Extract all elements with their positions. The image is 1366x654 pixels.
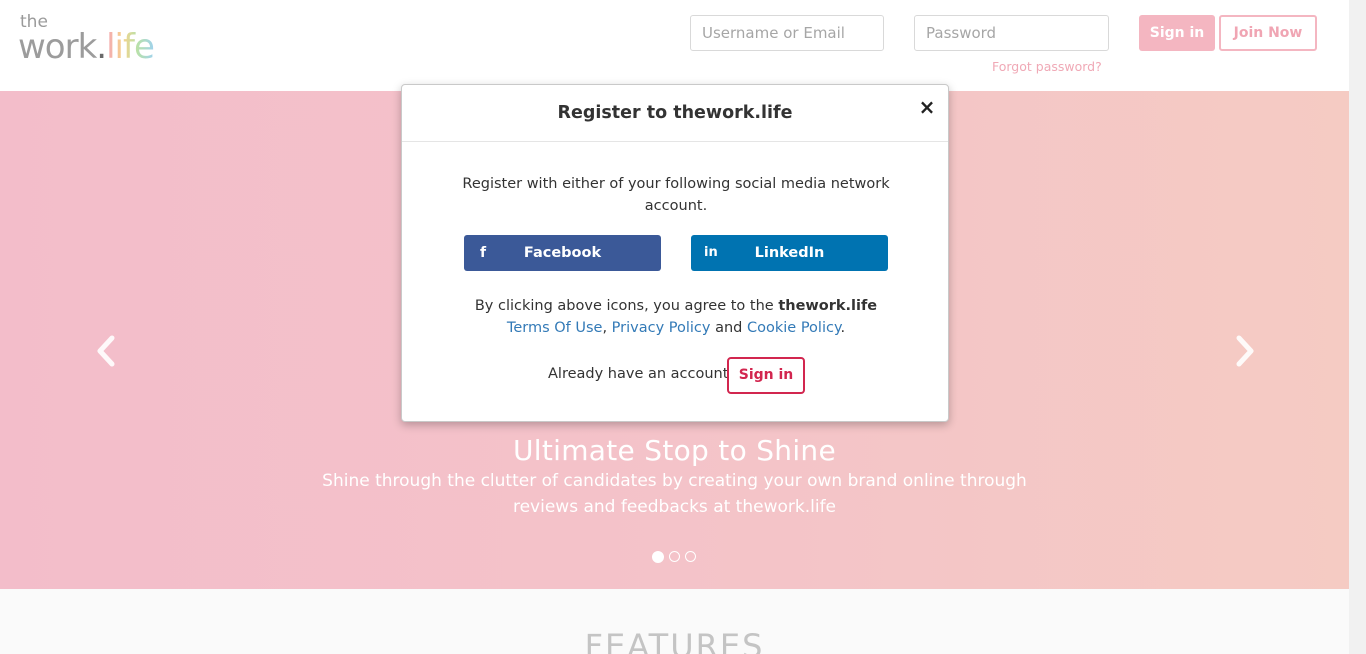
carousel-indicator-2[interactable]: [669, 551, 680, 562]
register-modal: Register to thework.life × Register with…: [401, 84, 949, 422]
chevron-right-icon[interactable]: [1233, 335, 1257, 367]
cookie-policy-link[interactable]: Cookie Policy: [747, 320, 840, 336]
agree-period: .: [840, 320, 846, 336]
agree-and: and: [715, 320, 743, 336]
top-header: the work.life Username or Email Password…: [0, 0, 1349, 91]
modal-title: Register to thework.life: [557, 103, 793, 123]
linkedin-button[interactable]: in LinkedIn: [691, 235, 888, 271]
features-section: FEATURES: [0, 589, 1349, 654]
modal-description: Register with either of your following s…: [462, 176, 890, 214]
hero-title: Ultimate Stop to Shine: [512, 434, 836, 467]
chevron-left-icon[interactable]: [94, 335, 118, 367]
forgot-password-link[interactable]: Forgot password?: [992, 59, 1102, 74]
facebook-button[interactable]: f Facebook: [464, 235, 661, 271]
features-title: FEATURES: [584, 627, 765, 654]
terms-of-use-link[interactable]: Terms Of Use: [507, 320, 603, 336]
logo-brand: work.life: [18, 27, 155, 67]
close-icon[interactable]: ×: [918, 97, 936, 117]
header-signin-button[interactable]: Sign in: [1139, 15, 1215, 51]
already-account-text: Already have an account?: [548, 366, 737, 382]
agree-comma: ,: [602, 320, 608, 336]
page-scrollbar[interactable]: [1349, 0, 1366, 654]
logo-dot: .: [96, 27, 107, 67]
carousel-indicators: [652, 551, 696, 564]
logo-work: work: [18, 27, 97, 67]
carousel-indicator-1[interactable]: [652, 551, 664, 563]
modal-signin-button[interactable]: Sign in: [727, 357, 805, 394]
agreement-text: By clicking above icons, you agree to th…: [442, 295, 910, 339]
linkedin-label: LinkedIn: [754, 245, 825, 261]
facebook-label: Facebook: [523, 245, 602, 261]
hero-subtitle: Shine through the clutter of candidates …: [322, 471, 1027, 517]
agree-brand: thework.life: [778, 298, 878, 314]
modal-header: Register to thework.life ×: [402, 85, 948, 142]
logo-life: life: [106, 27, 155, 67]
username-input[interactable]: Username or Email: [690, 15, 884, 51]
agree-prefix: By clicking above icons, you agree to th…: [474, 298, 774, 314]
join-now-button[interactable]: Join Now: [1219, 15, 1317, 51]
site-logo[interactable]: the work.life: [18, 14, 178, 67]
privacy-policy-link[interactable]: Privacy Policy: [612, 320, 711, 336]
carousel-indicator-3[interactable]: [685, 551, 696, 562]
password-input[interactable]: Password: [914, 15, 1109, 51]
